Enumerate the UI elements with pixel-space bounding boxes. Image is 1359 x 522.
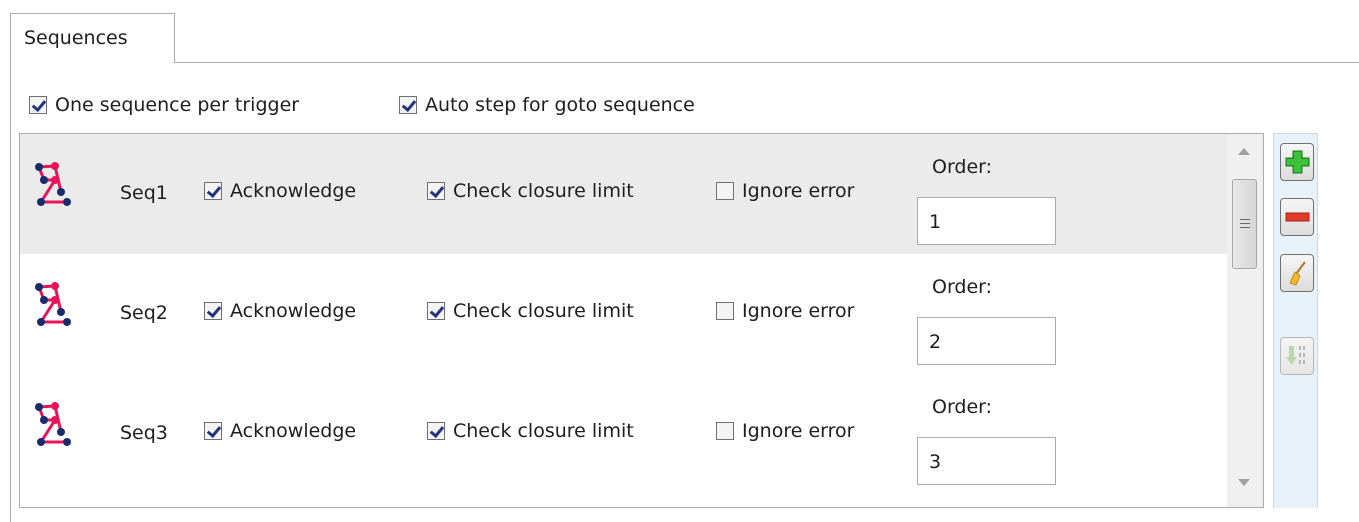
scroll-up-arrow-icon[interactable] <box>1238 148 1250 155</box>
acknowledge-label: Acknowledge <box>230 300 357 322</box>
order-label: Order: <box>932 276 993 298</box>
remove-button[interactable] <box>1280 198 1314 236</box>
tab-sequences[interactable]: Sequences <box>10 13 175 63</box>
ignore-error-option[interactable]: Ignore error <box>716 420 854 442</box>
check-closure-limit-option[interactable]: Check closure limit <box>427 420 634 442</box>
sequence-row[interactable]: Seq2 Acknowledge Check closure limit Ign… <box>20 254 1227 374</box>
import-button[interactable] <box>1280 337 1314 375</box>
sequence-name: Seq2 <box>120 302 168 324</box>
scroll-down-arrow-icon[interactable] <box>1238 479 1250 486</box>
ignore-error-checkbox[interactable] <box>716 422 734 440</box>
sequence-list[interactable]: Seq1 Acknowledge Check closure limit Ign… <box>19 133 1264 508</box>
sequence-row[interactable]: Seq1 Acknowledge Check closure limit Ign… <box>20 134 1227 254</box>
one-sequence-per-trigger-checkbox[interactable] <box>29 96 47 114</box>
check-closure-limit-option[interactable]: Check closure limit <box>427 180 634 202</box>
auto-step-label: Auto step for goto sequence <box>425 94 695 116</box>
acknowledge-checkbox[interactable] <box>204 182 222 200</box>
ignore-error-option[interactable]: Ignore error <box>716 180 854 202</box>
grip-icon <box>1240 219 1250 229</box>
acknowledge-checkbox[interactable] <box>204 302 222 320</box>
acknowledge-label: Acknowledge <box>230 180 357 202</box>
ignore-error-option[interactable]: Ignore error <box>716 300 854 322</box>
order-input[interactable]: 3 <box>917 437 1056 485</box>
acknowledge-option[interactable]: Acknowledge <box>204 180 356 202</box>
check-closure-limit-option[interactable]: Check closure limit <box>427 300 634 322</box>
ignore-error-checkbox[interactable] <box>716 182 734 200</box>
check-closure-limit-checkbox[interactable] <box>427 182 445 200</box>
check-closure-limit-label: Check closure limit <box>453 300 634 322</box>
scroll-thumb[interactable] <box>1232 179 1257 269</box>
ignore-error-label: Ignore error <box>742 420 855 442</box>
ignore-error-checkbox[interactable] <box>716 302 734 320</box>
one-sequence-per-trigger-option[interactable]: One sequence per trigger <box>29 93 299 117</box>
acknowledge-option[interactable]: Acknowledge <box>204 420 356 442</box>
broom-icon <box>1289 261 1306 286</box>
download-binary-icon <box>1286 346 1305 365</box>
clear-button[interactable] <box>1280 254 1314 292</box>
check-closure-limit-checkbox[interactable] <box>427 422 445 440</box>
check-closure-limit-label: Check closure limit <box>453 420 634 442</box>
one-sequence-per-trigger-label: One sequence per trigger <box>55 94 300 116</box>
order-label: Order: <box>932 396 993 418</box>
sequence-graph-icon <box>35 402 71 446</box>
vertical-scrollbar[interactable] <box>1227 134 1263 507</box>
check-closure-limit-checkbox[interactable] <box>427 302 445 320</box>
sequence-row[interactable]: Seq3 Acknowledge Check closure limit Ign… <box>20 374 1227 494</box>
auto-step-checkbox[interactable] <box>399 96 417 114</box>
minus-icon <box>1285 212 1310 222</box>
acknowledge-checkbox[interactable] <box>204 422 222 440</box>
order-label: Order: <box>932 156 993 178</box>
acknowledge-label: Acknowledge <box>230 420 357 442</box>
add-button[interactable] <box>1280 143 1314 181</box>
plus-icon <box>1285 150 1310 174</box>
sequence-graph-icon <box>35 162 71 206</box>
toolbar-panel <box>1273 133 1318 508</box>
sequence-graph-icon <box>35 282 71 326</box>
sequence-name: Seq1 <box>120 182 168 204</box>
order-input[interactable]: 2 <box>917 317 1056 365</box>
ignore-error-label: Ignore error <box>742 180 855 202</box>
auto-step-option[interactable]: Auto step for goto sequence <box>399 93 695 117</box>
sequence-name: Seq3 <box>120 422 168 444</box>
order-input[interactable]: 1 <box>917 197 1056 245</box>
ignore-error-label: Ignore error <box>742 300 855 322</box>
check-closure-limit-label: Check closure limit <box>453 180 634 202</box>
acknowledge-option[interactable]: Acknowledge <box>204 300 356 322</box>
